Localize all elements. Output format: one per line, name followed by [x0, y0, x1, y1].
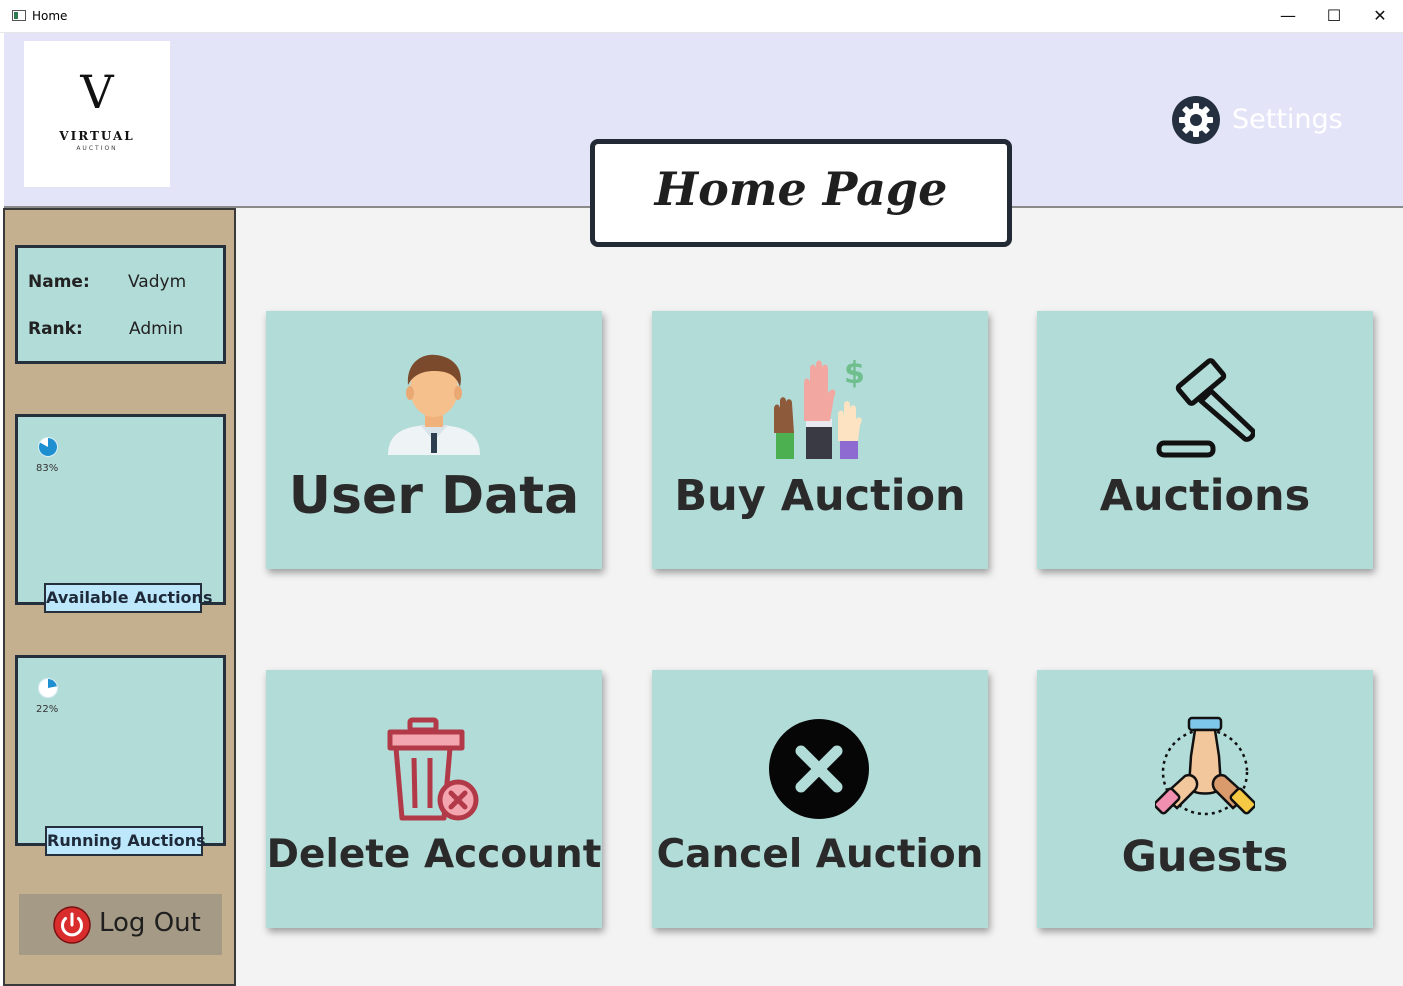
user-avatar-icon: [388, 354, 480, 455]
running-auctions-pie: [38, 678, 58, 698]
logo-mark: V: [80, 65, 114, 119]
team-hands-icon: [1155, 716, 1255, 816]
logout-label: Log Out: [99, 908, 201, 938]
trash-delete-icon: [387, 717, 479, 821]
running-auctions-card: 22%: [15, 655, 226, 846]
auctions-tile[interactable]: Auctions: [1037, 311, 1373, 569]
logo-subtitle: AUCTION: [76, 145, 118, 152]
page-title: Home Page: [654, 162, 948, 216]
rank-label: Rank:: [28, 319, 83, 339]
app-window-icon: [12, 10, 26, 21]
close-button[interactable]: ✕: [1357, 0, 1403, 32]
name-label: Name:: [28, 272, 90, 292]
running-auctions-label: Running Auctions: [45, 826, 206, 856]
svg-text:$: $: [844, 356, 865, 391]
delete-account-label: Delete Account: [266, 832, 602, 877]
cancel-auction-tile[interactable]: Cancel Auction: [652, 670, 988, 928]
available-auctions-card: 83%: [15, 414, 226, 605]
logo: V VIRTUAL AUCTION: [24, 41, 170, 187]
settings-button[interactable]: Settings: [1172, 96, 1362, 146]
running-auctions-percent: 22%: [36, 704, 59, 715]
minimize-button[interactable]: —: [1265, 0, 1311, 32]
user-data-tile[interactable]: User Data: [266, 311, 602, 569]
logout-button[interactable]: Log Out: [19, 894, 222, 955]
cancel-auction-label: Cancel Auction: [656, 832, 984, 877]
maximize-button[interactable]: ☐: [1311, 0, 1357, 32]
buy-auction-tile[interactable]: $ Buy Auction: [652, 311, 988, 569]
available-auctions-pie: [38, 437, 58, 457]
user-data-label: User Data: [288, 466, 580, 526]
available-auctions-label: Available Auctions: [44, 583, 212, 613]
gear-icon: [1172, 96, 1220, 144]
guests-label: Guests: [1121, 832, 1289, 882]
name-value: Vadym: [128, 272, 187, 292]
page-title-box: Home Page: [590, 139, 1012, 247]
user-info-card: Name: Vadym Rank: Admin: [15, 245, 226, 364]
available-auctions-percent: 83%: [36, 463, 59, 474]
guests-tile[interactable]: Guests: [1037, 670, 1373, 928]
raised-hands-dollar-icon: $: [774, 356, 865, 459]
window-titlebar: Home — ☐ ✕: [0, 0, 1403, 33]
cancel-x-icon: [769, 719, 869, 819]
buy-auction-label: Buy Auction: [674, 471, 966, 521]
window-title: Home: [32, 9, 68, 23]
delete-account-tile[interactable]: Delete Account: [266, 670, 602, 928]
gavel-icon: [1156, 358, 1255, 458]
logo-name: VIRTUAL: [59, 129, 135, 143]
auctions-label: Auctions: [1099, 471, 1311, 521]
power-icon: [53, 906, 91, 944]
rank-value: Admin: [129, 319, 184, 339]
settings-label: Settings: [1232, 104, 1343, 135]
